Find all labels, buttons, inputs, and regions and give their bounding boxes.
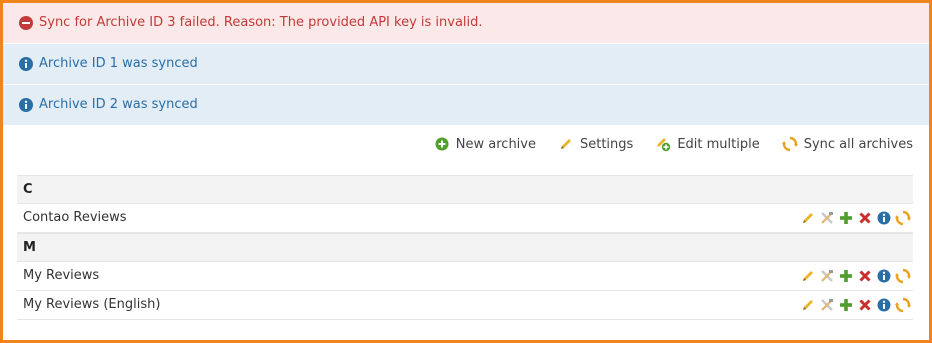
row-operations bbox=[800, 297, 911, 313]
copy-icon[interactable] bbox=[838, 210, 854, 226]
info-icon[interactable] bbox=[876, 210, 892, 226]
global-operations: New archive Settings Edit multiple Sync … bbox=[434, 134, 913, 154]
info-message: Archive ID 1 was synced bbox=[3, 44, 929, 84]
archive-title: My Reviews bbox=[23, 268, 100, 283]
group-header: M bbox=[17, 233, 913, 262]
copy-icon[interactable] bbox=[838, 297, 854, 313]
error-icon bbox=[19, 16, 33, 30]
edit-header-icon[interactable] bbox=[819, 297, 835, 313]
error-text: Sync for Archive ID 3 failed. Reason: Th… bbox=[39, 15, 483, 30]
archive-title: Contao Reviews bbox=[23, 210, 127, 225]
sync-icon[interactable] bbox=[895, 268, 911, 284]
list-item: My Reviews bbox=[17, 262, 913, 291]
settings-label: Settings bbox=[579, 136, 634, 152]
archive-title: My Reviews (English) bbox=[23, 297, 161, 312]
edit-multiple-button[interactable]: Edit multiple bbox=[655, 136, 760, 152]
list-item: My Reviews (English) bbox=[17, 291, 913, 320]
group-label: C bbox=[23, 182, 33, 197]
error-message: Sync for Archive ID 3 failed. Reason: Th… bbox=[3, 3, 929, 43]
settings-button[interactable]: Settings bbox=[558, 136, 633, 152]
edit-icon[interactable] bbox=[800, 268, 816, 284]
plus-circle-icon bbox=[435, 137, 449, 151]
sync-icon[interactable] bbox=[895, 297, 911, 313]
archive-list: C Contao Reviews M My Reviews My Reviews… bbox=[17, 175, 913, 320]
page-frame: Sync for Archive ID 3 failed. Reason: Th… bbox=[0, 0, 932, 343]
new-archive-button[interactable]: New archive bbox=[434, 136, 536, 152]
info-message: Archive ID 2 was synced bbox=[3, 85, 929, 125]
info-icon bbox=[19, 57, 33, 71]
pencil-icon bbox=[560, 139, 571, 149]
list-item: Contao Reviews bbox=[17, 204, 913, 233]
sync-icon bbox=[781, 136, 798, 152]
info-icon[interactable] bbox=[876, 297, 892, 313]
delete-icon[interactable] bbox=[857, 297, 873, 313]
new-archive-label: New archive bbox=[455, 136, 536, 152]
row-operations bbox=[800, 268, 911, 284]
group-label: M bbox=[23, 240, 36, 255]
info-icon[interactable] bbox=[876, 268, 892, 284]
edit-header-icon[interactable] bbox=[819, 210, 835, 226]
info-text: Archive ID 2 was synced bbox=[39, 97, 198, 112]
edit-icon[interactable] bbox=[800, 210, 816, 226]
sync-all-button[interactable]: Sync all archives bbox=[781, 136, 913, 152]
delete-icon[interactable] bbox=[857, 210, 873, 226]
copy-icon[interactable] bbox=[838, 268, 854, 284]
group-header: C bbox=[17, 175, 913, 204]
edit-header-icon[interactable] bbox=[819, 268, 835, 284]
edit-multiple-label: Edit multiple bbox=[677, 136, 760, 152]
info-icon bbox=[19, 98, 33, 112]
edit-icon[interactable] bbox=[800, 297, 816, 313]
delete-icon[interactable] bbox=[857, 268, 873, 284]
sync-all-label: Sync all archives bbox=[803, 136, 913, 152]
sync-icon[interactable] bbox=[895, 210, 911, 226]
pencil-plus-icon bbox=[657, 138, 671, 152]
row-operations bbox=[800, 210, 911, 226]
info-text: Archive ID 1 was synced bbox=[39, 56, 198, 71]
